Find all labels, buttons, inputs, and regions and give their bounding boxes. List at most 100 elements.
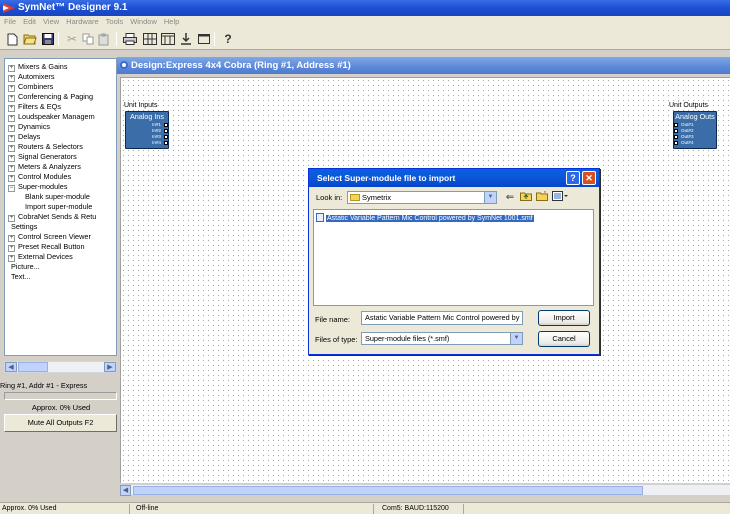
design-title-bar: Design:Express 4x4 Cobra (Ring #1, Addre…	[117, 57, 730, 74]
help-icon[interactable]: ?	[220, 31, 236, 47]
import-button[interactable]: Import	[538, 310, 590, 326]
window-icon[interactable]	[196, 31, 212, 47]
tree-item-control-screen-viewer[interactable]: + Control Screen Viewer	[8, 232, 91, 242]
tree-item-preset-recall[interactable]: + Preset Recall Button	[8, 242, 85, 252]
chevron-down-icon[interactable]: ▼	[484, 192, 496, 203]
mute-all-outputs-button[interactable]: Mute All Outputs F2	[4, 414, 117, 432]
tree-item-delays[interactable]: + Delays	[8, 132, 40, 142]
new-folder-icon[interactable]: *	[535, 191, 549, 204]
tree-item-loudspeaker[interactable]: + Loudspeaker Managem	[8, 112, 95, 122]
tree-item-import-super-module[interactable]: Import super-module	[25, 202, 92, 212]
level-box	[4, 392, 117, 400]
menu-help[interactable]: Help	[160, 16, 182, 28]
unit-status: Ring #1, Addr #1 - Express	[0, 381, 88, 390]
menu-window[interactable]: Window	[126, 16, 160, 28]
scroll-right-icon[interactable]: ▶	[104, 362, 116, 372]
back-arrow-icon[interactable]: ⇐	[503, 191, 517, 204]
symnet-logo-icon	[3, 3, 15, 13]
file-list-item[interactable]: Astatic Variable Pattern Mic Control pow…	[316, 213, 534, 223]
tree-item-super-modules[interactable]: − Super-modules	[8, 182, 67, 192]
tree-item-combiners[interactable]: + Combiners	[8, 82, 53, 92]
port-label: Out#4	[681, 140, 694, 145]
output-pin[interactable]	[674, 123, 678, 127]
output-pin[interactable]	[674, 135, 678, 139]
output-pin[interactable]	[674, 129, 678, 133]
tree-item-external-devices[interactable]: + External Devices	[8, 252, 73, 262]
close-icon[interactable]: ✕	[582, 171, 596, 185]
svg-text:*: *	[544, 191, 546, 197]
design-title: Design:Express 4x4 Cobra (Ring #1, Addre…	[131, 60, 351, 71]
tree-item-mixers[interactable]: + Mixers & Gains	[8, 62, 67, 72]
file-type-select[interactable]: Super-module files (*.smf) ▼	[361, 332, 523, 345]
title-bar: SymNet™ Designer 9.1	[0, 0, 730, 16]
view-menu-icon[interactable]	[552, 191, 568, 204]
app-window: SymNet™ Designer 9.1 File Edit View Hardwar…	[0, 0, 730, 514]
status-bar: Approx. 0% Used Off-line Com5: BAUD:1152…	[0, 502, 730, 514]
file-icon	[316, 213, 324, 222]
input-pin[interactable]	[164, 129, 168, 133]
help-icon[interactable]: ?	[566, 171, 580, 185]
scroll-left-icon[interactable]: ◀	[5, 362, 17, 372]
new-icon[interactable]	[4, 31, 20, 47]
scroll-left-icon[interactable]: ◀	[120, 485, 131, 496]
tree-item-control-modules[interactable]: + Control Modules	[8, 172, 71, 182]
folder-icon	[350, 194, 360, 201]
file-type-label: Files of type:	[315, 335, 358, 344]
print-icon[interactable]	[122, 31, 138, 47]
import-dialog: Select Super-module file to import ? ✕ L…	[308, 168, 600, 355]
menu-edit[interactable]: Edit	[19, 16, 39, 28]
open-icon[interactable]	[22, 31, 38, 47]
analog-outs-block[interactable]: Analog Outs Out#1 Out#2 Out#3 Out#4	[673, 111, 717, 149]
menu-hardware[interactable]: Hardware	[62, 16, 102, 28]
tree-item-filters[interactable]: + Filters & EQs	[8, 102, 61, 112]
up-folder-icon[interactable]	[519, 191, 533, 204]
design-window-icon	[120, 61, 128, 69]
tree-item-text[interactable]: Text...	[11, 272, 30, 282]
file-type-value: Super-module files (*.smf)	[365, 334, 450, 343]
tree-item-signal-generators[interactable]: + Signal Generators	[8, 152, 77, 162]
input-pin[interactable]	[164, 141, 168, 145]
tree-item-conferencing[interactable]: + Conferencing & Paging	[8, 92, 93, 102]
cancel-button[interactable]: Cancel	[538, 331, 590, 347]
tree-item-picture[interactable]: Picture...	[11, 262, 40, 272]
output-pin[interactable]	[674, 141, 678, 145]
dialog-title-bar: Select Super-module file to import	[309, 169, 599, 187]
canvas-horizontal-scrollbar[interactable]: ◀	[120, 484, 730, 496]
cut-icon[interactable]: ✂	[64, 31, 80, 47]
layout-icon[interactable]	[160, 31, 176, 47]
tree-item-automixers[interactable]: + Automixers	[8, 72, 55, 82]
tree-item-blank-super-module[interactable]: Blank super-module	[25, 192, 90, 202]
tree-item-dynamics[interactable]: + Dynamics	[8, 122, 50, 132]
file-list[interactable]: Astatic Variable Pattern Mic Control pow…	[313, 209, 594, 306]
menu-view[interactable]: View	[39, 16, 62, 28]
status-port: Com5: BAUD:115200	[380, 504, 464, 514]
tree-item-settings[interactable]: Settings	[11, 222, 37, 232]
file-name-label: File name:	[315, 315, 351, 324]
look-in-select[interactable]: Symetrix ▼	[347, 191, 497, 204]
toolbar: ✂ ?	[0, 28, 730, 50]
status-used: Approx. 0% Used	[0, 504, 130, 514]
file-name-input[interactable]: Astatic Variable Pattern Mic Control pow…	[361, 311, 523, 325]
menu-tools[interactable]: Tools	[102, 16, 127, 28]
input-pin[interactable]	[164, 135, 168, 139]
chevron-down-icon[interactable]: ▼	[510, 333, 522, 344]
download-icon[interactable]	[178, 31, 194, 47]
save-icon[interactable]	[40, 31, 56, 47]
used-percent: Approx. 0% Used	[31, 403, 91, 412]
tree-item-cobranet[interactable]: + CobraNet Sends & Retu	[8, 212, 96, 222]
analog-ins-title: Analog Ins	[130, 112, 164, 121]
analog-outs-title: Analog Outs	[675, 112, 715, 121]
scroll-thumb[interactable]	[18, 362, 48, 372]
copy-icon[interactable]	[80, 31, 96, 47]
analog-ins-block[interactable]: Analog Ins In#1 In#2 In#3 In#4	[125, 111, 169, 149]
menu-file[interactable]: File	[0, 16, 19, 28]
paste-icon[interactable]	[96, 31, 112, 47]
input-pin[interactable]	[164, 123, 168, 127]
unit-outputs-label: Unit Outputs	[669, 102, 708, 110]
scroll-thumb[interactable]	[133, 486, 643, 495]
module-tree[interactable]: + Mixers & Gains + Automixers + Combiners +…	[4, 58, 117, 356]
grid-icon[interactable]	[142, 31, 158, 47]
tree-horizontal-scrollbar[interactable]: ◀ ▶	[4, 361, 117, 373]
tree-item-routers[interactable]: + Routers & Selectors	[8, 142, 83, 152]
tree-item-meters[interactable]: + Meters & Analyzers	[8, 162, 81, 172]
